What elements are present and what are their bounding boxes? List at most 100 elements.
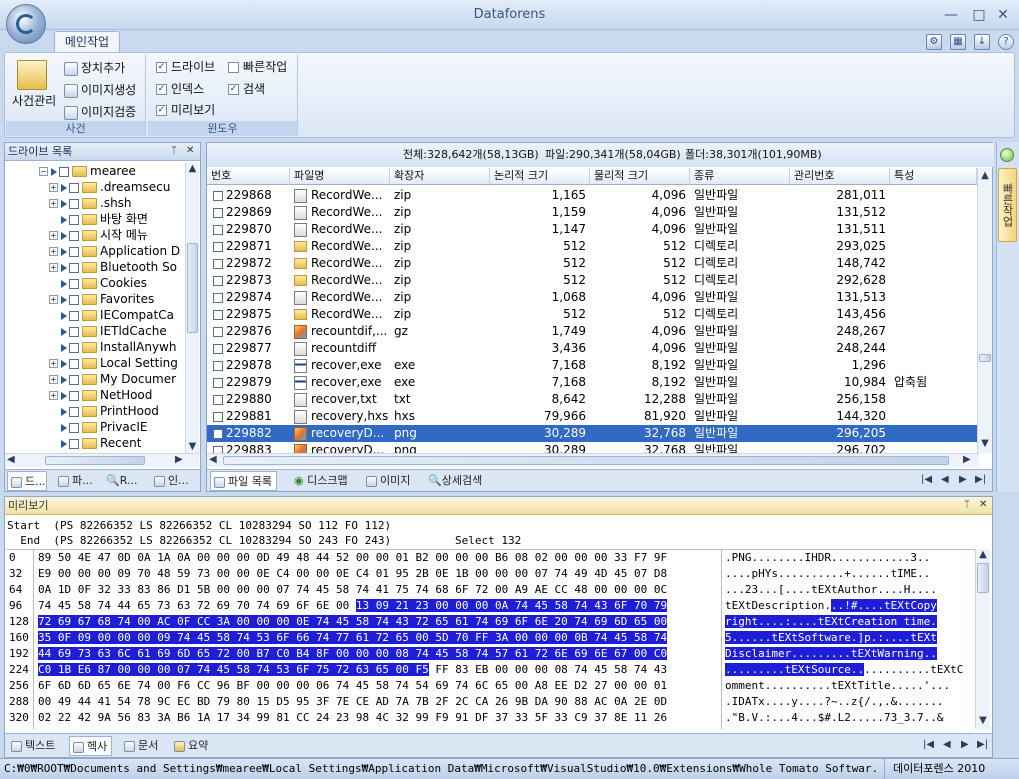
hex-vertical-scrollbar[interactable]: ▲ ▼	[975, 549, 990, 729]
tab-text[interactable]: 텍스트	[8, 736, 55, 756]
column-header[interactable]: 물리적 크기	[590, 168, 690, 185]
tree-node[interactable]: PrivacIE	[49, 419, 147, 435]
row-checkbox[interactable]	[213, 343, 223, 354]
scroll-thumb[interactable]	[977, 563, 989, 593]
check-quick-task[interactable]: 빠른작업	[228, 58, 287, 75]
table-row[interactable]: 229879 recover,exe exe 7,168 8,192 일반파일 10,984…	[207, 374, 977, 391]
scroll-up-icon[interactable]: ▲	[978, 170, 992, 181]
table-row[interactable]: 229883 recoveryD... png 30,289 32,768 일반파일 296…	[207, 442, 977, 453]
table-row[interactable]: 229871 RecordWe... zip 512 512 디렉토리 293,025	[207, 238, 977, 255]
check-index[interactable]: ✓ 인덱스	[156, 80, 204, 97]
expand-toggle-icon[interactable]: +	[49, 247, 58, 256]
scroll-down-icon[interactable]: ▼	[976, 715, 990, 726]
tree-checkbox[interactable]	[69, 326, 79, 337]
tree-node[interactable]: + Application D	[49, 243, 180, 259]
row-checkbox[interactable]	[213, 428, 223, 439]
table-row[interactable]: 229876 recountdif,... gz 1,749 4,096 일반파일 248,…	[207, 323, 977, 340]
row-checkbox[interactable]	[213, 309, 223, 320]
row-checkbox[interactable]	[213, 224, 223, 235]
nav-first-button[interactable]: |◀	[923, 739, 934, 750]
row-checkbox[interactable]	[213, 207, 223, 218]
pin-icon[interactable]: ᛘ	[964, 499, 970, 510]
tree-checkbox[interactable]	[69, 310, 79, 321]
scroll-right-icon[interactable]: ▶	[963, 454, 971, 465]
tree-node[interactable]: Recent	[49, 435, 141, 451]
table-row[interactable]: 229875 RecordWe... zip 512 512 디렉토리 143,456	[207, 306, 977, 323]
tree-node[interactable]: + .dreamsecu	[49, 179, 170, 195]
row-checkbox[interactable]	[213, 394, 223, 405]
tab-detail-search[interactable]: 🔍상세검색	[425, 471, 482, 491]
app-menu-orb[interactable]	[6, 4, 46, 44]
file-vertical-scrollbar[interactable]: ▲ ▼	[977, 168, 992, 453]
user-settings-icon[interactable]: ⚙	[926, 34, 942, 50]
case-manage-dropdown-icon[interactable]: ˅	[30, 104, 35, 114]
expand-toggle-icon[interactable]: +	[49, 263, 58, 272]
tab-registry[interactable]: 🔍R...	[103, 471, 137, 491]
tree-horizontal-scrollbar[interactable]: ◀ ▶	[5, 453, 199, 467]
row-checkbox[interactable]	[213, 241, 223, 252]
row-checkbox[interactable]	[213, 445, 223, 453]
column-header[interactable]: 파일명	[290, 168, 390, 185]
tab-image[interactable]: 이미지	[363, 471, 410, 491]
tree-node[interactable]: + .shsh	[49, 195, 132, 211]
tree-checkbox[interactable]	[59, 166, 69, 177]
preview-close-button[interactable]: ✕	[979, 499, 987, 510]
tree-node[interactable]: + Bluetooth So	[49, 259, 177, 275]
hscroll-thumb[interactable]	[45, 456, 145, 465]
tree-node[interactable]: + Favorites	[49, 291, 154, 307]
nav-prev-button[interactable]: ◀	[941, 474, 949, 485]
tree-node[interactable]: + My Documer	[49, 371, 176, 387]
scroll-up-icon[interactable]: ▲	[186, 163, 199, 174]
tree-checkbox[interactable]	[69, 294, 79, 305]
scroll-left-icon[interactable]: ◀	[7, 454, 15, 465]
hex-view[interactable]: 0 89 50 4E 47 0D 0A 1A 0A 00 00 00 0D 49 …	[7, 549, 975, 729]
expand-toggle-icon[interactable]: +	[49, 231, 58, 240]
tree-node[interactable]: PrintHood	[49, 403, 159, 419]
minimize-button[interactable]: —	[942, 6, 960, 24]
tab-hex[interactable]: 헥사	[69, 736, 113, 756]
scroll-left-icon[interactable]: ◀	[209, 454, 217, 465]
tab-summary[interactable]: 요약	[171, 736, 208, 756]
table-row[interactable]: 229878 recover,exe exe 7,168 8,192 일반파일 1,296	[207, 357, 977, 374]
tab-file-list[interactable]: 파일 목록	[210, 471, 277, 491]
tree-node[interactable]: + NetHood	[49, 387, 152, 403]
tree-checkbox[interactable]	[69, 422, 79, 433]
expand-toggle-icon[interactable]: +	[49, 391, 58, 400]
tree-node[interactable]: IETldCache	[49, 323, 167, 339]
tree-checkbox[interactable]	[69, 214, 79, 225]
nav-next-button[interactable]: ▶	[961, 739, 969, 750]
column-header[interactable]: 종류	[690, 168, 790, 185]
table-row[interactable]: 229881 recovery,hxs hxs 79,966 81,920 일반파일 144…	[207, 408, 977, 425]
add-device-button[interactable]: 장치추가	[64, 59, 125, 76]
nav-next-button[interactable]: ▶	[959, 474, 967, 485]
table-row[interactable]: 229880 recover,txt txt 8,642 12,288 일반파일 256,1…	[207, 391, 977, 408]
nav-last-button[interactable]: ▶|	[977, 739, 988, 750]
scroll-down-icon[interactable]: ▼	[186, 441, 199, 452]
table-row[interactable]: 229868 RecordWe... zip 1,165 4,096 일반파일 281,01…	[207, 187, 977, 204]
tree-node[interactable]: IECompatCa	[49, 307, 174, 323]
nav-prev-button[interactable]: ◀	[943, 739, 951, 750]
download-icon[interactable]: ↓	[974, 34, 990, 50]
scroll-thumb[interactable]	[979, 354, 991, 362]
tree-checkbox[interactable]	[69, 406, 79, 417]
table-row[interactable]: 229882 recoveryD... png 30,289 32,768 일반파일 296…	[207, 425, 977, 442]
scroll-right-icon[interactable]: ▶	[175, 454, 183, 465]
row-checkbox[interactable]	[213, 377, 223, 388]
row-checkbox[interactable]	[213, 411, 223, 422]
row-checkbox[interactable]	[213, 190, 223, 201]
tree-checkbox[interactable]	[69, 374, 79, 385]
tab-drive[interactable]: 드...	[7, 471, 47, 491]
scroll-down-icon[interactable]: ▼	[978, 438, 992, 449]
file-horizontal-scrollbar[interactable]: ◀ ▶	[207, 453, 979, 467]
tree-checkbox[interactable]	[69, 278, 79, 289]
tree-checkbox[interactable]	[69, 230, 79, 241]
tree-checkbox[interactable]	[69, 342, 79, 353]
column-header[interactable]: 논리적 크기	[490, 168, 590, 185]
maximize-button[interactable]: □	[970, 6, 988, 24]
tab-main-work[interactable]: 메인작업	[54, 31, 120, 53]
hscroll-thumb[interactable]	[223, 456, 949, 465]
tab-disk-map[interactable]: ◉ 디스크맵	[291, 471, 348, 491]
column-header[interactable]: 확장자	[390, 168, 490, 185]
help-icon[interactable]: ?	[998, 34, 1014, 50]
tree-checkbox[interactable]	[69, 358, 79, 369]
